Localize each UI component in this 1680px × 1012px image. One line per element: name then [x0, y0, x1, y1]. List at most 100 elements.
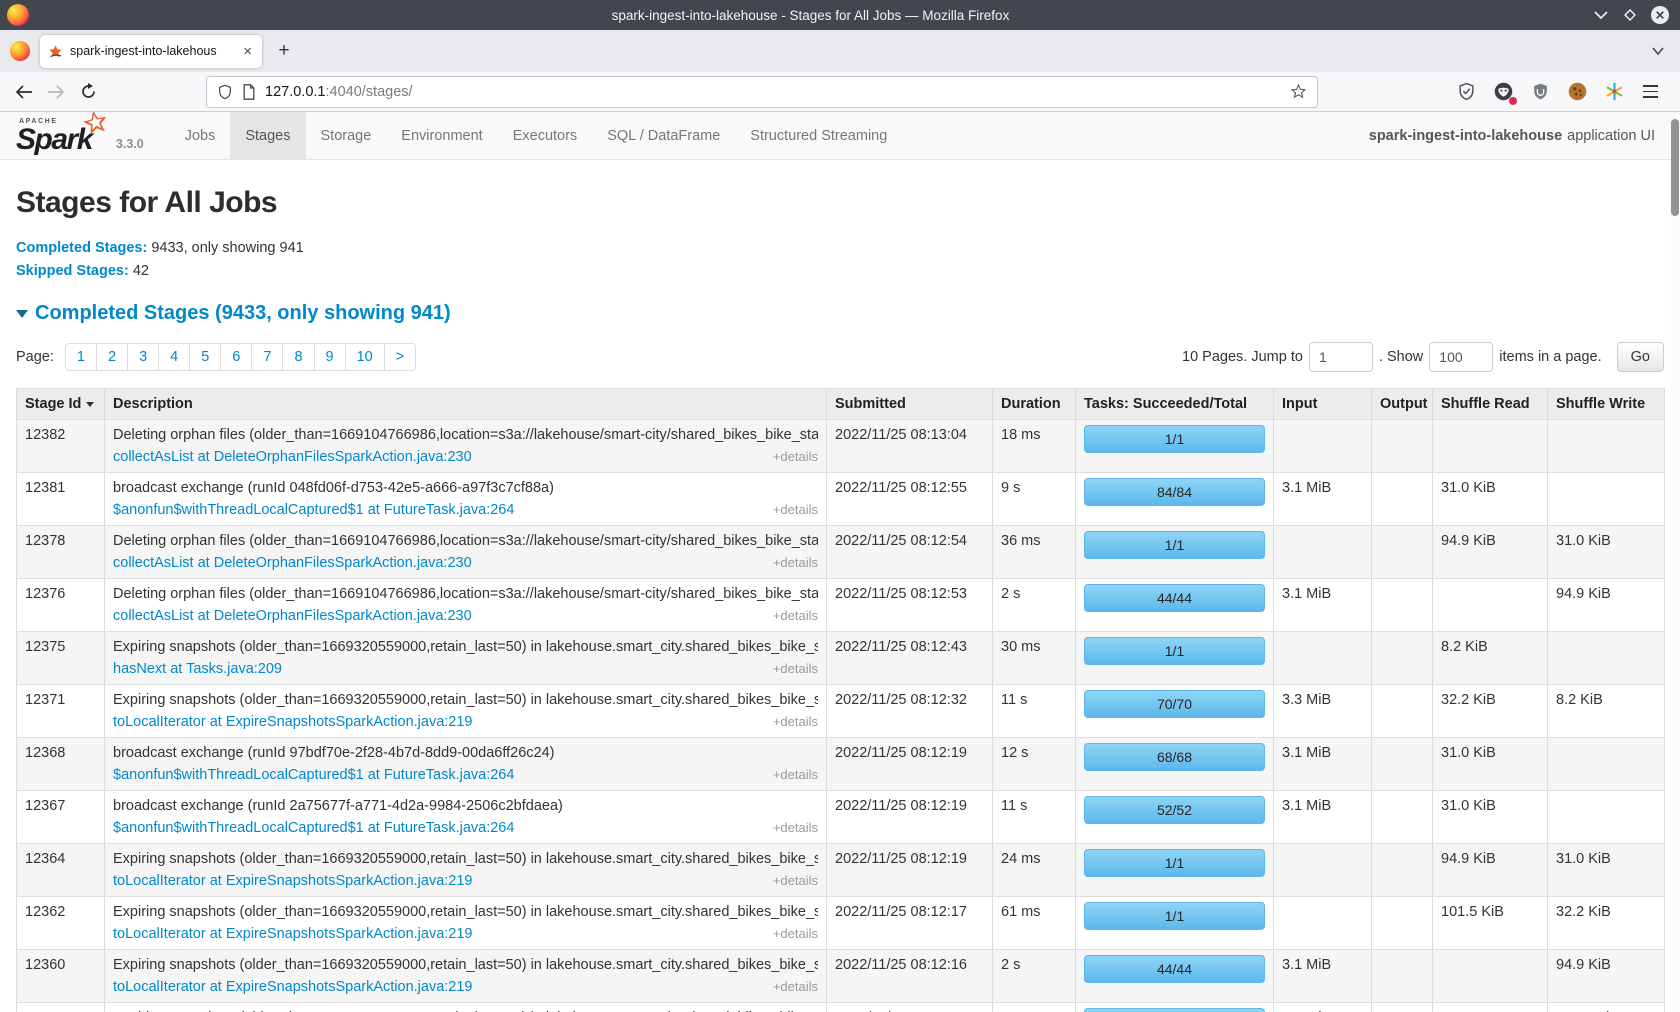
- shuffle-read-cell: 31.0 KiB: [1433, 791, 1548, 844]
- details-toggle[interactable]: +details: [773, 767, 818, 782]
- minimize-button[interactable]: [1592, 8, 1610, 22]
- spark-brand[interactable]: APACHE Spark 3.3.0: [0, 112, 154, 159]
- page-button-5[interactable]: 5: [190, 343, 221, 371]
- close-button[interactable]: [1650, 5, 1670, 25]
- details-toggle[interactable]: +details: [773, 926, 818, 941]
- maximize-button[interactable]: [1622, 7, 1638, 23]
- reload-button[interactable]: [72, 77, 104, 107]
- column-header-tasks-succeeded-total[interactable]: Tasks: Succeeded/Total: [1076, 389, 1274, 420]
- new-tab-button[interactable]: +: [270, 37, 298, 65]
- stage-callsite-link[interactable]: $anonfun$withThreadLocalCaptured$1 at Fu…: [113, 502, 514, 518]
- nav-item-storage[interactable]: Storage: [306, 112, 387, 159]
- site-info-page-icon[interactable]: [242, 84, 256, 100]
- bookmark-star-icon[interactable]: [1290, 83, 1307, 100]
- details-toggle[interactable]: +details: [773, 449, 818, 464]
- stage-callsite-link[interactable]: toLocalIterator at ExpireSnapshotsSparkA…: [113, 979, 473, 995]
- column-header-submitted[interactable]: Submitted: [827, 389, 993, 420]
- nav-item-stages[interactable]: Stages: [230, 112, 305, 159]
- stage-callsite-link[interactable]: hasNext at Tasks.java:209: [113, 661, 282, 677]
- nav-item-sql-dataframe[interactable]: SQL / DataFrame: [592, 112, 735, 159]
- tab-close-icon[interactable]: ×: [241, 44, 254, 59]
- submitted-cell: 2022/11/25 08:12:43: [827, 632, 993, 685]
- stage-callsite-link[interactable]: collectAsList at DeleteOrphanFilesSparkA…: [113, 608, 472, 624]
- nav-item-executors[interactable]: Executors: [498, 112, 592, 159]
- containers-mask-extension-icon[interactable]: [1491, 80, 1515, 104]
- stage-callsite-link[interactable]: $anonfun$withThreadLocalCaptured$1 at Fu…: [113, 820, 514, 836]
- details-toggle[interactable]: +details: [773, 661, 818, 676]
- firefox-view-icon[interactable]: [10, 41, 30, 61]
- submitted-cell: 2022/11/25 08:12:53: [827, 579, 993, 632]
- page-button-2[interactable]: 2: [97, 343, 128, 371]
- cookie-extension-icon[interactable]: [1565, 80, 1589, 104]
- tasks-cell: 52/52: [1076, 791, 1274, 844]
- show-label: . Show: [1379, 349, 1423, 365]
- tasks-progress-label: 1/1: [1165, 643, 1184, 659]
- page-button-4[interactable]: 4: [159, 343, 190, 371]
- page-button-3[interactable]: 3: [128, 343, 159, 371]
- page-content: Stages for All Jobs Completed Stages:943…: [0, 160, 1680, 1012]
- column-header-stage-id[interactable]: Stage Id: [17, 389, 105, 420]
- url-bar[interactable]: 127.0.0.1:4040/stages/: [206, 76, 1318, 108]
- list-all-tabs-button[interactable]: [1650, 45, 1666, 57]
- description-cell: broadcast exchange (runId 97bdf70e-2f28-…: [105, 738, 827, 791]
- stage-description: broadcast exchange (runId 048fd06f-d753-…: [113, 480, 818, 496]
- stage-callsite-link[interactable]: $anonfun$withThreadLocalCaptured$1 at Fu…: [113, 767, 514, 783]
- output-cell: [1372, 738, 1433, 791]
- page-button-10[interactable]: 10: [346, 343, 385, 371]
- column-header-output[interactable]: Output: [1372, 389, 1433, 420]
- stage-callsite-link[interactable]: collectAsList at DeleteOrphanFilesSparkA…: [113, 555, 472, 571]
- page-button-7[interactable]: 7: [252, 343, 283, 371]
- nav-item-structured-streaming[interactable]: Structured Streaming: [735, 112, 902, 159]
- scrollbar[interactable]: [1671, 113, 1679, 1011]
- colorful-asterisk-extension-icon[interactable]: [1602, 80, 1626, 104]
- duration-cell: 2 s: [993, 579, 1076, 632]
- ublock-shield-extension-icon[interactable]: [1528, 80, 1552, 104]
- tasks-progress-label: 1/1: [1165, 537, 1184, 553]
- nav-item-environment[interactable]: Environment: [386, 112, 497, 159]
- shield-check-extension-icon[interactable]: [1454, 80, 1478, 104]
- url-text[interactable]: 127.0.0.1:4040/stages/: [265, 84, 1290, 100]
- completed-stages-link[interactable]: Completed Stages:: [16, 240, 147, 256]
- nav-item-jobs[interactable]: Jobs: [170, 112, 231, 159]
- details-toggle[interactable]: +details: [773, 502, 818, 517]
- skipped-stages-link[interactable]: Skipped Stages:: [16, 263, 129, 279]
- duration-cell: 11 s: [993, 791, 1076, 844]
- shuffle-write-cell: [1548, 420, 1665, 473]
- details-toggle[interactable]: +details: [773, 820, 818, 835]
- stage-callsite-link[interactable]: toLocalIterator at ExpireSnapshotsSparkA…: [113, 926, 473, 942]
- menu-hamburger-icon[interactable]: [1639, 81, 1662, 101]
- column-header-duration[interactable]: Duration: [993, 389, 1076, 420]
- browser-tab[interactable]: spark-ingest-into-lakehous ×: [40, 35, 262, 68]
- page-button->[interactable]: >: [385, 343, 416, 371]
- scrollbar-thumb[interactable]: [1671, 119, 1679, 216]
- tracking-protection-shield-icon[interactable]: [217, 83, 233, 101]
- page-button-8[interactable]: 8: [283, 343, 314, 371]
- details-toggle[interactable]: +details: [773, 714, 818, 729]
- page-button-9[interactable]: 9: [315, 343, 346, 371]
- jump-to-page-input[interactable]: [1309, 342, 1373, 372]
- stage-id-cell: 12378: [17, 526, 105, 579]
- column-header-shuffle-read[interactable]: Shuffle Read: [1433, 389, 1548, 420]
- page-button-6[interactable]: 6: [221, 343, 252, 371]
- details-toggle[interactable]: +details: [773, 608, 818, 623]
- details-toggle[interactable]: +details: [773, 555, 818, 570]
- column-header-input[interactable]: Input: [1274, 389, 1372, 420]
- table-row: 12360 Expiring snapshots (older_than=166…: [17, 950, 1665, 1003]
- column-header-description[interactable]: Description: [105, 389, 827, 420]
- page-button-1[interactable]: 1: [65, 343, 97, 371]
- back-button[interactable]: [8, 77, 40, 107]
- column-header-shuffle-write[interactable]: Shuffle Write: [1548, 389, 1665, 420]
- table-row: 12376 Deleting orphan files (older_than=…: [17, 579, 1665, 632]
- stage-callsite-link[interactable]: collectAsList at DeleteOrphanFilesSparkA…: [113, 449, 472, 465]
- details-toggle[interactable]: +details: [773, 873, 818, 888]
- go-button[interactable]: Go: [1617, 342, 1664, 372]
- output-cell: [1372, 844, 1433, 897]
- forward-button[interactable]: [40, 77, 72, 107]
- completed-stages-section-header[interactable]: Completed Stages (9433, only showing 941…: [16, 302, 1664, 325]
- stage-callsite-link[interactable]: toLocalIterator at ExpireSnapshotsSparkA…: [113, 873, 473, 889]
- stage-callsite-link[interactable]: toLocalIterator at ExpireSnapshotsSparkA…: [113, 714, 473, 730]
- url-path: :4040/stages/: [325, 84, 412, 100]
- items-per-page-input[interactable]: [1429, 342, 1493, 372]
- details-toggle[interactable]: +details: [773, 979, 818, 994]
- output-cell: [1372, 1003, 1433, 1012]
